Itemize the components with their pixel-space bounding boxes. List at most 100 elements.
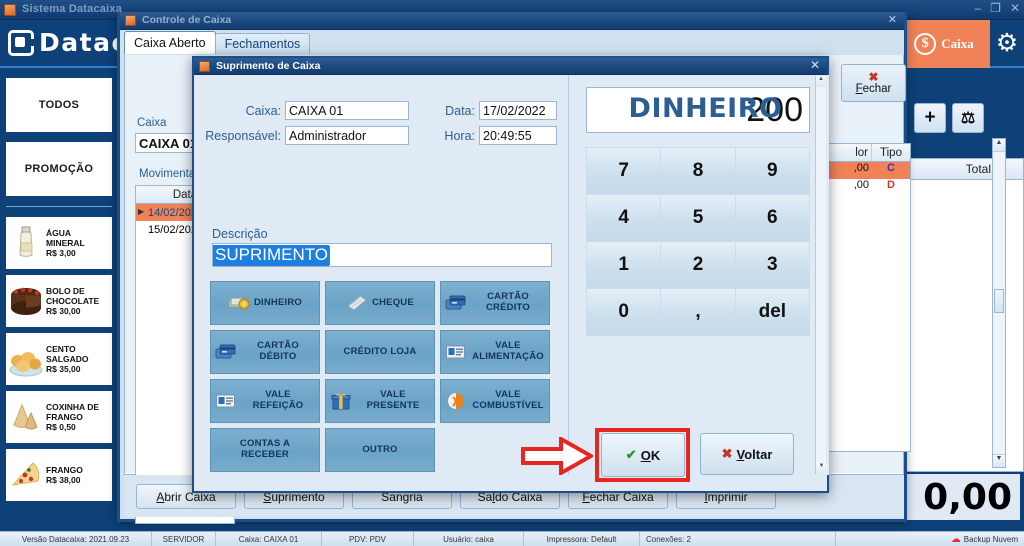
caixa-input[interactable]: CAIXA 01 (285, 101, 409, 120)
key-6[interactable]: 6 (735, 195, 809, 241)
payment-method-dinheiro[interactable]: DINHEIRO (210, 281, 320, 325)
table-row[interactable]: ,00 C (816, 162, 910, 179)
tab-label: Fechamentos (224, 37, 301, 51)
payment-label: VALE REFEIÇÃO (252, 389, 304, 411)
numeric-keypad: 7 8 9 4 5 6 1 2 3 0 , del (586, 147, 810, 336)
backup-nuvem-status[interactable]: ☁ Backup Nuvem (951, 534, 1024, 545)
movimentacao-scrollbar[interactable]: ▲ ▼ (992, 138, 1006, 468)
x-icon: ✖ (868, 70, 879, 84)
key-7[interactable]: 7 (587, 148, 661, 194)
key-1[interactable]: 1 (587, 242, 661, 288)
payment-method-cartao-credito[interactable]: CARTÃO CRÉDITO (440, 281, 550, 325)
category-label: PROMOÇÃO (24, 163, 94, 175)
maximize-icon[interactable]: ❐ (990, 1, 1001, 15)
key-3[interactable]: 3 (735, 242, 809, 288)
voltar-label: Voltar (736, 446, 773, 462)
water-bottle-icon (9, 223, 43, 263)
product-item-cento-salgado[interactable]: CENTO SALGADO R$ 35,00 (6, 333, 112, 385)
key-2[interactable]: 2 (661, 242, 735, 288)
tab-fechamentos[interactable]: Fechamentos (214, 33, 311, 54)
status-version: Versão Datacaixa: 2021.09.23 (0, 531, 152, 546)
key-8[interactable]: 8 (661, 148, 735, 194)
cart-total-amount: 0,00 (892, 474, 1020, 520)
scroll-down-icon[interactable]: ▼ (993, 454, 1005, 467)
key-5[interactable]: 5 (661, 195, 735, 241)
payment-method-vale-presente[interactable]: VALE PRESENTE (325, 379, 435, 423)
status-connections: Conexões: 2 (640, 531, 836, 546)
payment-method-outro[interactable]: OUTRO (325, 428, 435, 472)
chocolate-cake-icon (9, 281, 43, 321)
app-title: Sistema Datacaixa (22, 3, 123, 15)
descricao-input[interactable]: SUPRIMENTO (212, 243, 552, 267)
product-name: ÁGUA MINERAL (46, 227, 85, 248)
key-delete[interactable]: del (735, 289, 809, 335)
meal-card-icon (215, 392, 237, 410)
product-item-agua-mineral[interactable]: ÁGUA MINERAL R$ 3,00 (6, 217, 112, 269)
table-row[interactable]: ,00 D (816, 179, 910, 196)
tab-caixa-aberto[interactable]: Caixa Aberto (124, 31, 216, 54)
key-0[interactable]: 0 (587, 289, 661, 335)
payment-method-vale-combustivel[interactable]: VALE COMBUSTÍVEL (440, 379, 550, 423)
product-item-bolo-de-chocolate[interactable]: BOLO DE CHOCOLATE R$ 30,00 (6, 275, 112, 327)
credit-card-icon (445, 294, 467, 312)
payment-label: CHEQUE (372, 296, 414, 308)
payment-label: OUTRO (362, 443, 398, 455)
payment-method-credito-loja[interactable]: CRÉDITO LOJA (325, 330, 435, 374)
product-price: R$ 3,00 (46, 248, 76, 259)
dialog-scrollbar[interactable]: ▲ ▼ (815, 76, 827, 474)
controle-title: Controle de Caixa (142, 14, 232, 26)
coxinha-icon (9, 397, 43, 437)
payment-method-vale-refeicao[interactable]: VALE REFEIÇÃO (210, 379, 320, 423)
scrollbar-thumb[interactable] (994, 289, 1004, 313)
responsavel-input[interactable]: Administrador (285, 126, 409, 145)
status-server: SERVIDOR (152, 531, 216, 546)
logo-mark-icon (8, 29, 34, 56)
minimize-icon[interactable]: – (974, 1, 981, 15)
add-item-button[interactable]: + (914, 103, 946, 133)
product-item-frango[interactable]: FRANGO R$ 38,00 (6, 449, 112, 501)
controle-tabs: Caixa Aberto Fechamentos (124, 31, 311, 54)
close-icon[interactable]: ✕ (810, 58, 820, 72)
screen-root: Sistema Datacaixa – ❐ ✕ Datac $ Caixa ⚙ … (0, 0, 1024, 546)
hora-input[interactable]: 20:49:55 (479, 126, 557, 145)
voltar-button[interactable]: ✖ Voltar (700, 433, 794, 475)
product-name: COXINHA DE FRANGO (46, 401, 100, 422)
key-4[interactable]: 4 (587, 195, 661, 241)
savory-snacks-icon (9, 339, 43, 379)
status-pdv: PDV: PDV (322, 531, 414, 546)
category-button-todos[interactable]: TODOS (6, 78, 112, 132)
caixa-module-button[interactable]: $ Caixa (898, 20, 990, 68)
statusbar: Versão Datacaixa: 2021.09.23 SERVIDOR Ca… (0, 531, 1024, 546)
payment-method-cartao-debito[interactable]: CARTÃO DÉBITO (210, 330, 320, 374)
payment-method-contas-a-receber[interactable]: CONTAS A RECEBER (210, 428, 320, 472)
payment-method-vale-alimentacao[interactable]: VALE ALIMENTAÇÃO (440, 330, 550, 374)
cheque-icon (346, 294, 368, 312)
key-9[interactable]: 9 (735, 148, 809, 194)
scroll-down-icon[interactable]: ▼ (816, 463, 827, 474)
annotation-arrow-icon (521, 435, 596, 477)
gear-icon[interactable]: ⚙ (990, 26, 1024, 62)
x-icon: ✖ (721, 446, 733, 461)
payment-method-cheque[interactable]: CHEQUE (325, 281, 435, 325)
key-comma[interactable]: , (661, 289, 735, 335)
payment-label: VALE COMBUSTÍVEL (472, 389, 544, 411)
close-icon[interactable]: ✕ (888, 13, 897, 26)
caixa-label: Caixa: (245, 103, 281, 118)
suprimento-left-panel: Caixa: CAIXA 01 Data: 17/02/2022 Respons… (194, 75, 569, 475)
product-name: FRANGO (46, 464, 83, 475)
datacaixa-logo: Datac (8, 28, 128, 57)
sidebar-divider (6, 206, 112, 207)
scroll-up-icon[interactable]: ▲ (993, 139, 1005, 152)
debit-card-icon (215, 343, 237, 361)
tipo-column-header: Tipo (880, 146, 902, 159)
category-button-promocao[interactable]: PROMOÇÃO (6, 142, 112, 196)
scale-icon[interactable]: ⚖ (952, 103, 984, 133)
coin-icon: $ (914, 33, 937, 55)
scroll-up-icon[interactable]: ▲ (816, 76, 826, 87)
data-input[interactable]: 17/02/2022 (479, 101, 557, 120)
close-icon[interactable]: ✕ (1010, 1, 1020, 15)
product-item-coxinha-de-frango[interactable]: COXINHA DE FRANGO R$ 0,50 (6, 391, 112, 443)
window-controls[interactable]: – ❐ ✕ (974, 1, 1020, 15)
movimentacao-grid[interactable]: ,00 C ,00 D (815, 162, 911, 452)
fechar-button[interactable]: ✖ Fechar (841, 64, 906, 102)
